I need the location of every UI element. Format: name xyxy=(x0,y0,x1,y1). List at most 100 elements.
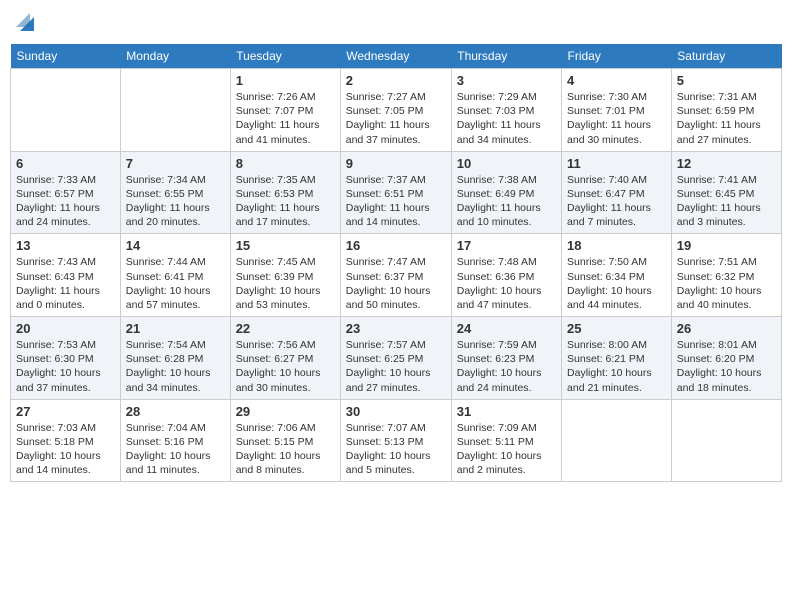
day-info: Sunrise: 7:53 AM Sunset: 6:30 PM Dayligh… xyxy=(16,338,115,395)
calendar-cell: 29 Sunrise: 7:06 AM Sunset: 5:15 PM Dayli… xyxy=(230,399,340,482)
calendar-cell: 27 Sunrise: 7:03 AM Sunset: 5:18 PM Dayli… xyxy=(11,399,121,482)
calendar-week-row: 13 Sunrise: 7:43 AM Sunset: 6:43 PM Dayli… xyxy=(11,234,782,317)
calendar-cell: 1Sunrise: 7:26 AM Sunset: 7:07 PM Daylig… xyxy=(230,69,340,152)
day-number: 23 xyxy=(346,321,446,336)
calendar-week-row: 1Sunrise: 7:26 AM Sunset: 7:07 PM Daylig… xyxy=(11,69,782,152)
day-number: 3 xyxy=(457,73,556,88)
day-number: 9 xyxy=(346,156,446,171)
day-number: 20 xyxy=(16,321,115,336)
day-number: 25 xyxy=(567,321,666,336)
day-number: 2 xyxy=(346,73,446,88)
day-number: 19 xyxy=(677,238,776,253)
calendar-cell xyxy=(562,399,672,482)
day-info: Sunrise: 7:31 AM Sunset: 6:59 PM Dayligh… xyxy=(677,90,776,147)
calendar-cell: 21Sunrise: 7:54 AM Sunset: 6:28 PM Dayli… xyxy=(120,317,230,400)
calendar-cell: 14Sunrise: 7:44 AM Sunset: 6:41 PM Dayli… xyxy=(120,234,230,317)
calendar-cell: 30 Sunrise: 7:07 AM Sunset: 5:13 PM Dayli… xyxy=(340,399,451,482)
calendar-cell: 6 Sunrise: 7:33 AM Sunset: 6:57 PM Daylig… xyxy=(11,151,121,234)
day-info: Sunrise: 7:35 AM Sunset: 6:53 PM Dayligh… xyxy=(236,173,335,230)
day-info: Sunrise: 7:57 AM Sunset: 6:25 PM Dayligh… xyxy=(346,338,446,395)
day-number: 10 xyxy=(457,156,556,171)
calendar-cell: 5Sunrise: 7:31 AM Sunset: 6:59 PM Daylig… xyxy=(671,69,781,152)
calendar-cell: 2 Sunrise: 7:27 AM Sunset: 7:05 PM Daylig… xyxy=(340,69,451,152)
calendar-table: SundayMondayTuesdayWednesdayThursdayFrid… xyxy=(10,44,782,482)
calendar-cell: 13 Sunrise: 7:43 AM Sunset: 6:43 PM Dayli… xyxy=(11,234,121,317)
calendar-cell xyxy=(11,69,121,152)
day-info: Sunrise: 7:38 AM Sunset: 6:49 PM Dayligh… xyxy=(457,173,556,230)
day-number: 26 xyxy=(677,321,776,336)
day-info: Sunrise: 7:41 AM Sunset: 6:45 PM Dayligh… xyxy=(677,173,776,230)
calendar-cell: 18Sunrise: 7:50 AM Sunset: 6:34 PM Dayli… xyxy=(562,234,672,317)
day-info: Sunrise: 7:09 AM Sunset: 5:11 PM Dayligh… xyxy=(457,421,556,478)
calendar-header-row: SundayMondayTuesdayWednesdayThursdayFrid… xyxy=(11,44,782,69)
calendar-body: 1Sunrise: 7:26 AM Sunset: 7:07 PM Daylig… xyxy=(11,69,782,482)
day-info: Sunrise: 7:29 AM Sunset: 7:03 PM Dayligh… xyxy=(457,90,556,147)
day-of-week-header: Sunday xyxy=(11,44,121,69)
day-of-week-header: Tuesday xyxy=(230,44,340,69)
day-number: 29 xyxy=(236,404,335,419)
calendar-cell: 11 Sunrise: 7:40 AM Sunset: 6:47 PM Dayli… xyxy=(562,151,672,234)
calendar-cell: 4Sunrise: 7:30 AM Sunset: 7:01 PM Daylig… xyxy=(562,69,672,152)
calendar-week-row: 20 Sunrise: 7:53 AM Sunset: 6:30 PM Dayli… xyxy=(11,317,782,400)
day-of-week-header: Monday xyxy=(120,44,230,69)
day-info: Sunrise: 7:56 AM Sunset: 6:27 PM Dayligh… xyxy=(236,338,335,395)
day-of-week-header: Friday xyxy=(562,44,672,69)
calendar-week-row: 27 Sunrise: 7:03 AM Sunset: 5:18 PM Dayli… xyxy=(11,399,782,482)
day-info: Sunrise: 7:43 AM Sunset: 6:43 PM Dayligh… xyxy=(16,255,115,312)
calendar-cell: 17 Sunrise: 7:48 AM Sunset: 6:36 PM Dayli… xyxy=(451,234,561,317)
day-info: Sunrise: 7:33 AM Sunset: 6:57 PM Dayligh… xyxy=(16,173,115,230)
day-number: 7 xyxy=(126,156,225,171)
day-info: Sunrise: 7:48 AM Sunset: 6:36 PM Dayligh… xyxy=(457,255,556,312)
day-number: 11 xyxy=(567,156,666,171)
calendar-cell: 7 Sunrise: 7:34 AM Sunset: 6:55 PM Daylig… xyxy=(120,151,230,234)
day-number: 6 xyxy=(16,156,115,171)
day-info: Sunrise: 7:47 AM Sunset: 6:37 PM Dayligh… xyxy=(346,255,446,312)
day-info: Sunrise: 7:45 AM Sunset: 6:39 PM Dayligh… xyxy=(236,255,335,312)
calendar-cell: 25 Sunrise: 8:00 AM Sunset: 6:21 PM Dayli… xyxy=(562,317,672,400)
day-number: 16 xyxy=(346,238,446,253)
day-number: 18 xyxy=(567,238,666,253)
calendar-cell: 8 Sunrise: 7:35 AM Sunset: 6:53 PM Daylig… xyxy=(230,151,340,234)
calendar-cell: 3 Sunrise: 7:29 AM Sunset: 7:03 PM Daylig… xyxy=(451,69,561,152)
day-info: Sunrise: 7:06 AM Sunset: 5:15 PM Dayligh… xyxy=(236,421,335,478)
day-info: Sunrise: 7:07 AM Sunset: 5:13 PM Dayligh… xyxy=(346,421,446,478)
calendar-cell xyxy=(671,399,781,482)
day-info: Sunrise: 7:37 AM Sunset: 6:51 PM Dayligh… xyxy=(346,173,446,230)
calendar-cell xyxy=(120,69,230,152)
day-info: Sunrise: 7:44 AM Sunset: 6:41 PM Dayligh… xyxy=(126,255,225,312)
day-number: 4 xyxy=(567,73,666,88)
day-number: 13 xyxy=(16,238,115,253)
day-number: 24 xyxy=(457,321,556,336)
day-number: 8 xyxy=(236,156,335,171)
day-info: Sunrise: 8:01 AM Sunset: 6:20 PM Dayligh… xyxy=(677,338,776,395)
day-info: Sunrise: 7:27 AM Sunset: 7:05 PM Dayligh… xyxy=(346,90,446,147)
day-info: Sunrise: 7:26 AM Sunset: 7:07 PM Dayligh… xyxy=(236,90,335,147)
page-header xyxy=(10,10,782,36)
day-info: Sunrise: 8:00 AM Sunset: 6:21 PM Dayligh… xyxy=(567,338,666,395)
day-number: 12 xyxy=(677,156,776,171)
calendar-cell: 23 Sunrise: 7:57 AM Sunset: 6:25 PM Dayli… xyxy=(340,317,451,400)
day-number: 15 xyxy=(236,238,335,253)
calendar-cell: 16 Sunrise: 7:47 AM Sunset: 6:37 PM Dayli… xyxy=(340,234,451,317)
logo-triangle-icon xyxy=(16,13,34,31)
calendar-cell: 24 Sunrise: 7:59 AM Sunset: 6:23 PM Dayli… xyxy=(451,317,561,400)
day-number: 17 xyxy=(457,238,556,253)
day-info: Sunrise: 7:03 AM Sunset: 5:18 PM Dayligh… xyxy=(16,421,115,478)
calendar-cell: 9 Sunrise: 7:37 AM Sunset: 6:51 PM Daylig… xyxy=(340,151,451,234)
day-info: Sunrise: 7:54 AM Sunset: 6:28 PM Dayligh… xyxy=(126,338,225,395)
calendar-cell: 28Sunrise: 7:04 AM Sunset: 5:16 PM Dayli… xyxy=(120,399,230,482)
day-number: 27 xyxy=(16,404,115,419)
calendar-cell: 19 Sunrise: 7:51 AM Sunset: 6:32 PM Dayli… xyxy=(671,234,781,317)
day-info: Sunrise: 7:40 AM Sunset: 6:47 PM Dayligh… xyxy=(567,173,666,230)
day-number: 30 xyxy=(346,404,446,419)
day-of-week-header: Thursday xyxy=(451,44,561,69)
calendar-cell: 26 Sunrise: 8:01 AM Sunset: 6:20 PM Dayli… xyxy=(671,317,781,400)
calendar-cell: 15 Sunrise: 7:45 AM Sunset: 6:39 PM Dayli… xyxy=(230,234,340,317)
day-number: 22 xyxy=(236,321,335,336)
calendar-cell: 22 Sunrise: 7:56 AM Sunset: 6:27 PM Dayli… xyxy=(230,317,340,400)
day-info: Sunrise: 7:34 AM Sunset: 6:55 PM Dayligh… xyxy=(126,173,225,230)
day-of-week-header: Wednesday xyxy=(340,44,451,69)
day-info: Sunrise: 7:51 AM Sunset: 6:32 PM Dayligh… xyxy=(677,255,776,312)
day-number: 31 xyxy=(457,404,556,419)
day-info: Sunrise: 7:59 AM Sunset: 6:23 PM Dayligh… xyxy=(457,338,556,395)
